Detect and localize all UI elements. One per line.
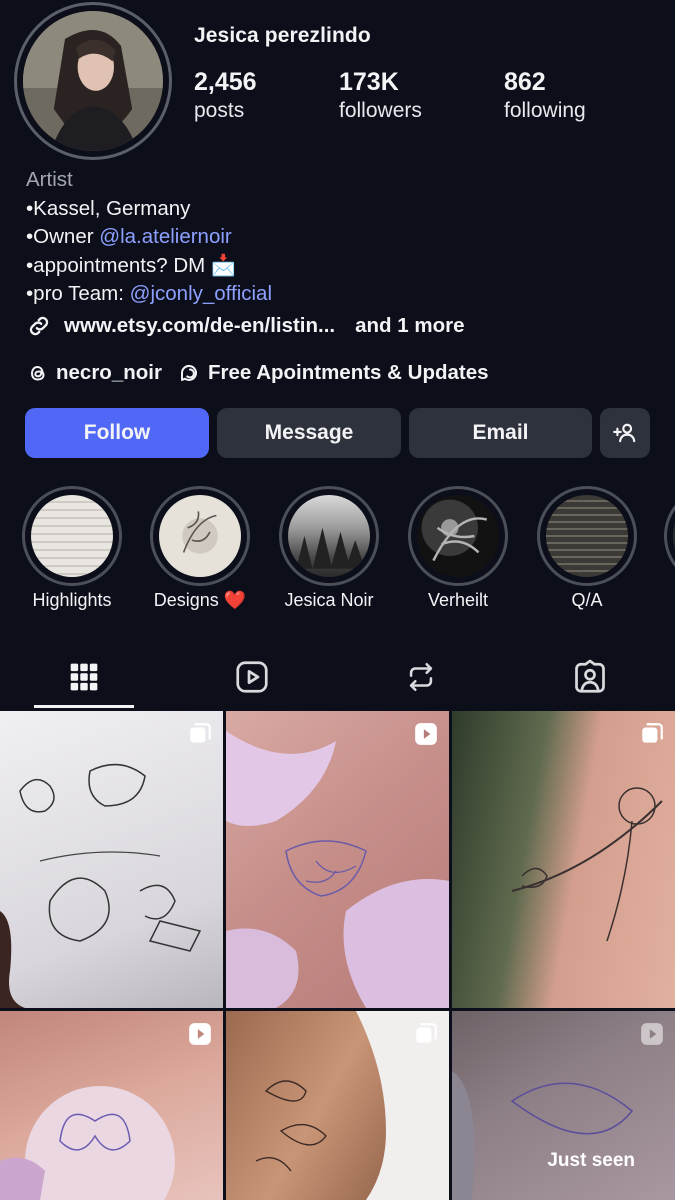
highlight-cover-designs xyxy=(159,495,241,577)
reposts-icon xyxy=(409,662,433,692)
carousel-icon xyxy=(642,723,663,743)
following-count: 862 xyxy=(504,68,546,96)
just-seen-label: Just seen xyxy=(547,1150,635,1171)
tab-reposts[interactable] xyxy=(337,645,505,709)
following-label: following xyxy=(504,99,586,122)
followers-count: 173K xyxy=(339,68,399,96)
profile-tabs xyxy=(0,645,675,709)
bio-line-team: •pro Team: @jconly_official xyxy=(26,280,272,309)
email-button[interactable]: Email xyxy=(409,408,592,458)
highlight-item[interactable]: Highlights xyxy=(20,486,124,611)
highlight-item[interactable] xyxy=(664,486,675,586)
post-grid: Just seen xyxy=(0,711,675,1200)
posts-label: posts xyxy=(194,99,245,122)
flower-script-tattoo-icon xyxy=(511,787,663,942)
bio-team-prefix: •pro Team: xyxy=(26,282,130,305)
highlight-item[interactable]: Designs ❤️ xyxy=(148,486,252,611)
highlight-item[interactable]: Q/A xyxy=(535,486,639,611)
link-icon xyxy=(29,316,49,336)
mention-link-atelier[interactable]: @la.ateliernoir xyxy=(99,225,231,248)
bio-category: Artist xyxy=(26,168,73,191)
add-person-icon xyxy=(613,423,636,443)
avatar xyxy=(23,11,163,151)
highlight-label: Highlights xyxy=(32,590,112,610)
carousel-icon xyxy=(416,1023,437,1043)
highlight-cover-qa xyxy=(546,495,628,577)
avatar-portrait-icon xyxy=(23,11,163,151)
post-thumbnail[interactable]: Just seen xyxy=(452,1011,675,1200)
external-link-row[interactable]: www.etsy.com/de-en/listin... and 1 more xyxy=(26,313,465,339)
highlight-cover-forest xyxy=(288,495,370,577)
tab-reels[interactable] xyxy=(168,645,336,709)
follow-button[interactable]: Follow xyxy=(25,408,209,458)
grid-icon xyxy=(70,663,98,691)
highlight-item[interactable]: Verheilt xyxy=(406,486,510,611)
suggested-users-button[interactable] xyxy=(600,408,650,458)
external-link-url[interactable]: www.etsy.com/de-en/listin... xyxy=(64,314,335,338)
bio-line-location: •Kassel, Germany xyxy=(26,196,191,220)
sketch-artwork-icon xyxy=(0,763,202,1008)
reel-badge-icon xyxy=(641,1023,663,1045)
external-link-more[interactable]: and 1 more xyxy=(355,314,464,338)
highlight-label: Verheilt xyxy=(427,590,489,610)
posts-count: 2,456 xyxy=(194,68,257,96)
message-button[interactable]: Message xyxy=(217,408,401,458)
glove-tattoo-icon xyxy=(226,731,449,1008)
post-thumbnail[interactable] xyxy=(226,711,449,1008)
threads-channel-row: necro_noir Free Apointments & Updates xyxy=(26,361,489,385)
bio-owner-prefix: •Owner xyxy=(26,225,100,248)
broadcast-channel-icon xyxy=(178,361,202,385)
post-thumbnail[interactable] xyxy=(452,711,675,1008)
active-tab-indicator xyxy=(34,705,134,708)
profile-avatar-ring[interactable] xyxy=(14,2,172,160)
highlight-cover-leaves xyxy=(417,495,499,577)
highlight-item[interactable]: Jesica Noir xyxy=(277,486,381,611)
highlight-label: Jesica Noir xyxy=(284,590,374,610)
bio-line-owner: •Owner @la.ateliernoir xyxy=(26,223,272,252)
stat-following[interactable]: 862 following xyxy=(504,66,586,124)
followers-label: followers xyxy=(339,99,422,122)
tagged-icon xyxy=(575,659,605,693)
post-thumbnail[interactable] xyxy=(0,711,223,1008)
carousel-icon xyxy=(190,723,211,743)
channel-name[interactable]: Free Apointments & Updates xyxy=(208,361,489,385)
stat-followers[interactable]: 173K followers xyxy=(339,66,422,124)
reel-badge-icon xyxy=(415,723,437,745)
tab-posts-grid[interactable] xyxy=(0,645,168,709)
profile-bio: Artist •Kassel, Germany •Owner @la.ateli… xyxy=(26,166,272,309)
highlight-label: Q/A xyxy=(571,590,603,610)
threads-handle[interactable]: necro_noir xyxy=(56,361,162,385)
reels-icon xyxy=(236,661,268,693)
highlight-cover-calendar xyxy=(31,495,113,577)
threads-icon xyxy=(26,361,50,385)
bio-line-appointments: •appointments? DM 📩 xyxy=(26,253,237,277)
highlight-label: Designs ❤️ xyxy=(153,590,247,610)
stat-posts[interactable]: 2,456 posts xyxy=(194,66,257,124)
profile-username: Jesica perezlindo xyxy=(194,24,371,47)
post-thumbnail[interactable] xyxy=(226,1011,449,1200)
tab-tagged[interactable] xyxy=(506,645,674,709)
post-thumbnail[interactable] xyxy=(0,1011,223,1200)
mention-link-team[interactable]: @jconly_official xyxy=(130,282,272,305)
reel-badge-icon xyxy=(189,1023,211,1045)
